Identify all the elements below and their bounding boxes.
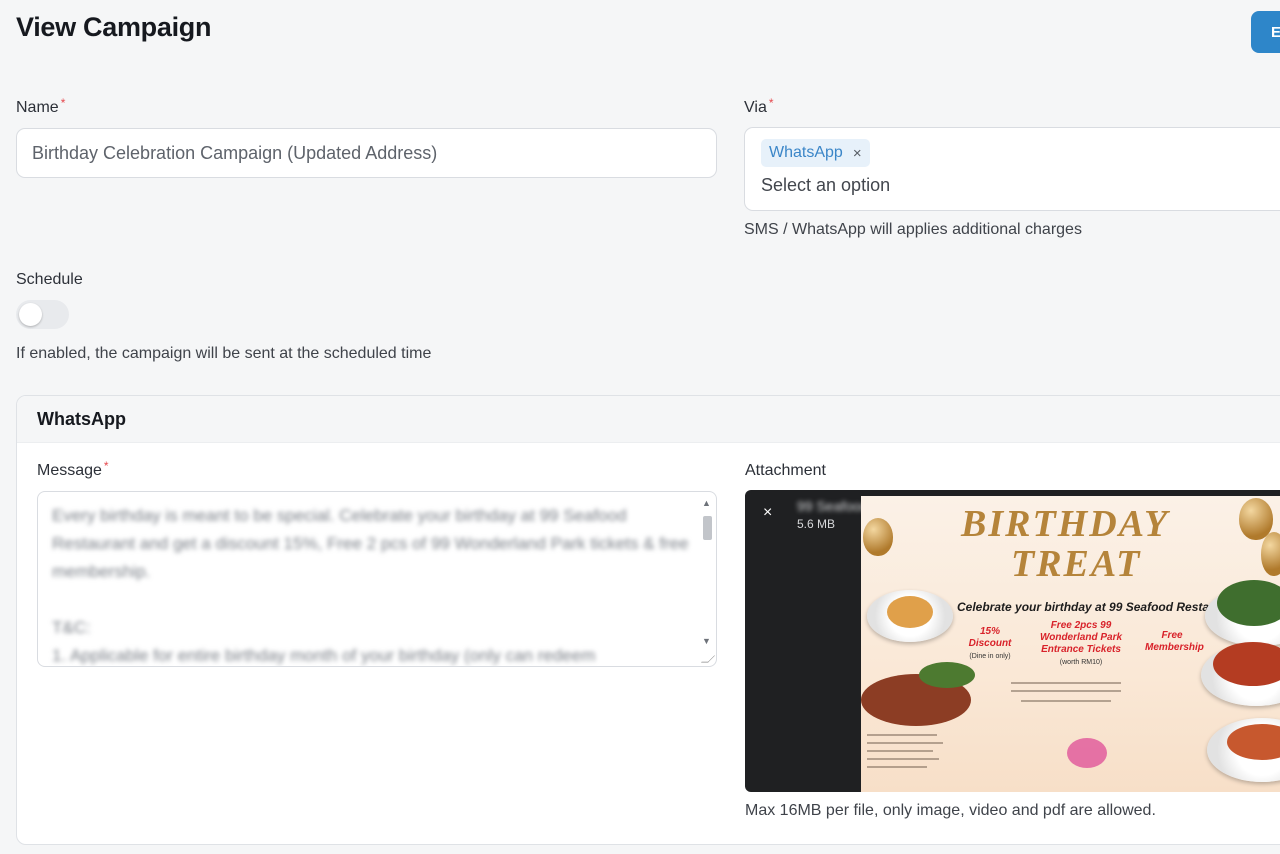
schedule-label: Schedule [16,271,83,288]
toggle-knob [19,303,42,326]
attachment-preview: × 99 Seafood Restaurant Birthday Wish, 1… [745,490,1280,792]
poster-title-line2: TREAT [1011,543,1142,585]
attachment-label: Attachment [745,462,826,479]
name-label-text: Name [16,99,59,116]
scroll-thumb[interactable] [703,516,712,540]
whatsapp-card-title: WhatsApp [17,396,1280,443]
poster-fine-print [1011,682,1121,684]
schedule-hint: If enabled, the campaign will be sent at… [16,345,432,362]
required-mark: * [60,96,66,110]
schedule-toggle[interactable] [16,300,69,329]
close-icon[interactable]: × [853,145,862,162]
attachment-file-size: 5.6 MB [797,517,836,531]
message-label-text: Message [37,462,102,479]
via-label: Via * [744,96,774,117]
close-icon[interactable]: × [763,504,772,522]
page-title: View Campaign [16,12,212,42]
logo-icon [1067,738,1107,768]
via-chip-whatsapp: WhatsApp × [761,139,870,167]
message-text: Every birthday is meant to be special. C… [52,506,689,665]
poster-fine-print [867,742,943,744]
message-textarea[interactable]: Every birthday is meant to be special. C… [37,491,717,667]
via-select[interactable]: WhatsApp × Select an option [744,127,1280,211]
poster-fine-print [867,758,939,760]
attachment-image: BIRTHDAY TREAT Celebrate your birthday a… [861,496,1280,792]
via-label-text: Via [744,99,767,116]
via-hint: SMS / WhatsApp will applies additional c… [744,221,1082,238]
food-icon [919,662,975,688]
resize-handle-icon[interactable] [701,655,715,663]
poster-offer-tickets: Free 2pcs 99 Wonderland Park Entrance Ti… [1039,620,1123,666]
poster-fine-print [867,750,933,752]
poster-tagline: Celebrate your birthday at 99 Seafood Re… [957,600,1240,614]
via-placeholder[interactable]: Select an option [761,175,890,196]
poster-offer-discount: 15% Discount (Dine in only) [968,626,1012,660]
balloon-icon [1261,532,1280,576]
scroll-down-icon[interactable]: ▼ [702,636,711,646]
message-scrollbar[interactable]: ▲ ▼ [700,498,714,648]
via-chip-label: WhatsApp [769,144,843,161]
poster-fine-print [867,766,927,768]
edit-button[interactable]: E [1251,11,1280,53]
message-label: Message * [37,459,109,480]
poster-offer-membership: Free Membership [1145,630,1204,653]
poster-fine-print [1011,690,1121,692]
name-label: Name * [16,96,66,117]
poster-fine-print [1021,700,1111,702]
food-icon [887,596,933,628]
required-mark: * [103,459,109,473]
poster-fine-print [867,734,937,736]
poster-title-line1: BIRTHDAY [961,503,1170,545]
scroll-up-icon[interactable]: ▲ [702,498,711,508]
attachment-hint: Max 16MB per file, only image, video and… [745,802,1156,819]
required-mark: * [768,96,774,110]
balloon-icon [863,518,893,556]
whatsapp-card: WhatsApp Message * Every birthday is mean… [16,395,1280,845]
name-input[interactable]: Birthday Celebration Campaign (Updated A… [16,128,717,178]
